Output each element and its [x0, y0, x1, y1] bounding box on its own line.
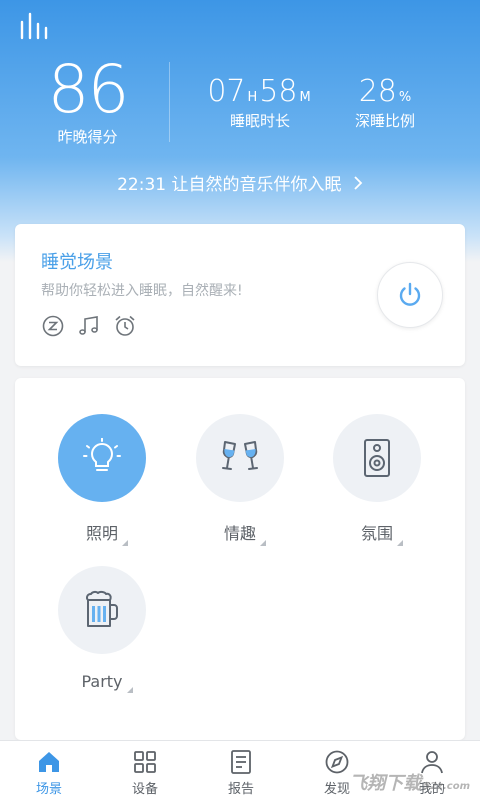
tab-scene[interactable]: 场景 — [1, 749, 97, 797]
music-note-icon — [77, 314, 101, 338]
sleep-score-label: 昨晚得分 — [57, 128, 118, 146]
scene-circle — [196, 414, 284, 502]
corner-triangle-icon — [122, 540, 128, 546]
duration-minutes-unit: M — [299, 90, 311, 105]
scene-label: 情趣 — [223, 520, 266, 546]
chevron-right-icon — [354, 176, 363, 190]
sleep-power-button[interactable] — [377, 262, 443, 328]
deep-sleep-unit: % — [398, 90, 412, 105]
music-time: 22:31 — [117, 175, 167, 195]
sleep-scene-subtitle: 帮助你轻松进入睡眠，自然醒来! — [41, 283, 243, 299]
duration-hours-unit: H — [247, 90, 258, 105]
sleep-music-link[interactable]: 22:31 让自然的音乐伴你入眠 — [0, 170, 480, 195]
scene-circle — [58, 566, 146, 654]
scene-item-atmosphere[interactable]: 氛围 — [327, 414, 427, 546]
light-bulb-icon — [83, 438, 121, 471]
scene-label-text: 氛围 — [360, 524, 393, 543]
power-icon — [399, 282, 421, 306]
beer-mug-icon — [86, 590, 118, 627]
alarm-clock-icon — [113, 314, 137, 338]
duration-hours: 07 — [207, 74, 246, 109]
tab-label: 设备 — [131, 782, 158, 797]
scene-label: 照明 — [85, 520, 128, 546]
corner-triangle-icon — [260, 540, 266, 546]
deep-sleep-label: 深睡比例 — [354, 112, 415, 130]
header-divider — [169, 62, 170, 142]
tab-label: 场景 — [35, 782, 62, 797]
sleep-scene-card[interactable]: 睡觉场景 帮助你轻松进入睡眠，自然醒来! — [15, 224, 465, 366]
bottom-tab-bar: 场景 设备 报告 发现 我的 飞翔下载 52z.com — [0, 740, 480, 801]
scene-label-text: 情趣 — [223, 524, 256, 543]
scene-grid-card: 照明 情趣 氛围 Party — [15, 378, 465, 740]
scene-label-text: Party — [81, 672, 123, 691]
scene-circle — [58, 414, 146, 502]
wine-glasses-icon — [222, 441, 258, 470]
scene-item-romance[interactable]: 情趣 — [190, 414, 290, 546]
duration-minutes: 58 — [259, 74, 298, 109]
home-icon — [39, 752, 59, 772]
scene-item-lighting[interactable]: 照明 — [52, 414, 152, 546]
scene-circle — [333, 414, 421, 502]
scene-item-party[interactable]: Party — [52, 566, 152, 693]
sleep-scene-title: 睡觉场景 — [41, 252, 113, 273]
sleep-duration-label: 睡眠时长 — [229, 112, 290, 130]
scene-label-text: 照明 — [85, 524, 118, 543]
scene-label: Party — [81, 672, 133, 693]
corner-triangle-icon — [397, 540, 403, 546]
scene-label: 氛围 — [360, 520, 403, 546]
watermark-sub: 52z.com — [423, 781, 470, 792]
sleep-duration: 07 H58 M — [205, 74, 315, 109]
tab-devices[interactable]: 设备 — [97, 749, 193, 797]
music-text: 让自然的音乐伴你入眠 — [171, 175, 342, 195]
tab-report[interactable]: 报告 — [193, 749, 289, 797]
compass-icon — [325, 750, 349, 774]
deep-sleep-value: 28 — [358, 74, 397, 109]
menu-bars-icon[interactable] — [18, 12, 50, 40]
deep-sleep-ratio: 28% — [345, 74, 425, 109]
speaker-icon — [364, 439, 390, 477]
watermark-text: 飞翔下载 — [349, 773, 422, 794]
grid-icon — [134, 751, 156, 773]
corner-triangle-icon — [126, 687, 133, 693]
header-panel: 86 昨晚得分 07 H58 M 睡眠时长 28% 深睡比例 22:31 让自然的音… — [0, 0, 480, 262]
snooze-icon — [41, 314, 65, 338]
report-icon — [231, 750, 251, 774]
tab-label: 报告 — [227, 782, 254, 797]
watermark-logo: 飞翔下载 52z.com — [349, 769, 470, 795]
sleep-score-value: 86 — [47, 51, 130, 128]
